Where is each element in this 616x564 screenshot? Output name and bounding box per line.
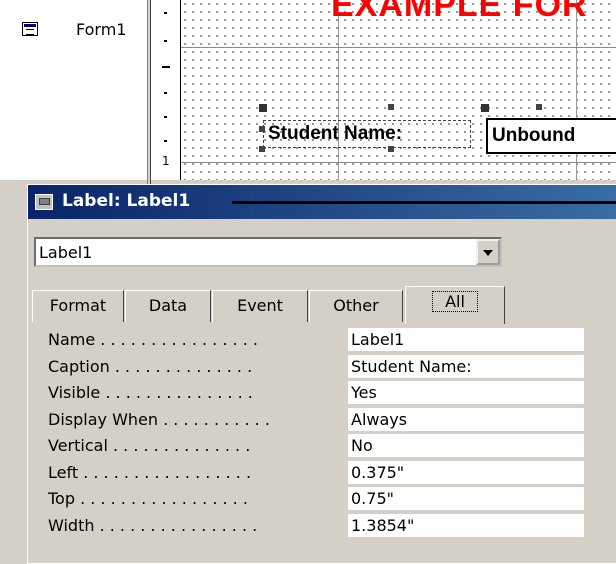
nav-item-form1[interactable]: Form1 bbox=[76, 20, 126, 39]
student-name-label[interactable]: Student Name: bbox=[263, 120, 471, 148]
resize-handle[interactable] bbox=[388, 104, 394, 110]
tab-all[interactable]: All bbox=[405, 286, 505, 324]
unbound-textbox[interactable]: Unbound bbox=[486, 118, 616, 154]
section-divider bbox=[181, 162, 616, 163]
ruler-number: 1 bbox=[162, 154, 170, 168]
titlebar-rule bbox=[232, 201, 616, 204]
property-value[interactable]: Label1 bbox=[348, 328, 584, 352]
ruler-tick bbox=[164, 92, 167, 94]
resize-handle[interactable] bbox=[259, 146, 265, 152]
form-icon bbox=[22, 22, 38, 36]
property-row[interactable]: Caption . . . . . . . . . . . . . . Stud… bbox=[34, 354, 584, 382]
property-sheet: Name . . . . . . . . . . . . . . . . Lab… bbox=[34, 328, 584, 540]
property-value[interactable]: 0.75" bbox=[348, 487, 584, 511]
property-name: Visible . . . . . . . . . . . . . . . bbox=[48, 383, 253, 402]
property-row[interactable]: Display When . . . . . . . . . . . Alway… bbox=[34, 407, 584, 435]
ruler-tick bbox=[164, 12, 167, 14]
move-handle[interactable] bbox=[481, 104, 489, 112]
properties-icon bbox=[35, 194, 53, 210]
property-row[interactable]: Visible . . . . . . . . . . . . . . . Ye… bbox=[34, 381, 584, 408]
resize-handle[interactable] bbox=[536, 104, 542, 110]
navigation-pane: Form1 bbox=[0, 0, 147, 180]
move-handle[interactable] bbox=[259, 104, 267, 112]
tab-format[interactable]: Format bbox=[32, 290, 124, 322]
property-value[interactable]: 1.3854" bbox=[348, 513, 584, 538]
properties-title: Label: Label1 bbox=[62, 191, 191, 211]
tab-other[interactable]: Other bbox=[309, 290, 403, 322]
property-tabs: Format Data Event Other All bbox=[28, 286, 616, 324]
property-row[interactable]: Width . . . . . . . . . . . . . . . . 1.… bbox=[34, 513, 584, 541]
property-row[interactable]: Name . . . . . . . . . . . . . . . . Lab… bbox=[34, 328, 584, 355]
properties-window: Label: Label1 Label1 Format Data Event O… bbox=[27, 184, 616, 564]
property-row[interactable]: Vertical . . . . . . . . . . . . . . No bbox=[34, 434, 584, 461]
property-value[interactable]: Always bbox=[348, 407, 584, 432]
property-name: Vertical . . . . . . . . . . . . . . bbox=[48, 436, 251, 455]
property-value[interactable]: Student Name: bbox=[348, 354, 584, 379]
property-name: Top . . . . . . . . . . . . . . . . . bbox=[48, 489, 248, 508]
property-value[interactable]: 0.375" bbox=[348, 460, 584, 485]
property-value[interactable]: Yes bbox=[348, 381, 584, 405]
tab-all-label: All bbox=[432, 291, 478, 312]
report-header-text[interactable]: EXAMPLE FOR bbox=[331, 0, 588, 25]
tab-event[interactable]: Event bbox=[212, 290, 308, 322]
properties-titlebar[interactable]: Label: Label1 bbox=[28, 185, 616, 219]
chevron-down-icon[interactable] bbox=[476, 239, 500, 265]
property-name: Width . . . . . . . . . . . . . . . . bbox=[48, 515, 258, 535]
ruler-tick bbox=[164, 116, 167, 118]
ruler-tick bbox=[162, 66, 170, 68]
property-value[interactable]: No bbox=[348, 434, 584, 458]
section-divider bbox=[181, 47, 616, 48]
ruler-tick bbox=[164, 140, 167, 142]
object-selector-value: Label1 bbox=[39, 243, 93, 262]
property-row[interactable]: Left . . . . . . . . . . . . . . . . . 0… bbox=[34, 460, 584, 488]
ruler-tick bbox=[164, 40, 167, 42]
property-name: Caption . . . . . . . . . . . . . . bbox=[48, 356, 253, 376]
resize-handle[interactable] bbox=[388, 146, 394, 152]
vertical-ruler: 1 bbox=[151, 0, 181, 180]
property-name: Display When . . . . . . . . . . . bbox=[48, 409, 270, 429]
object-selector[interactable]: Label1 bbox=[34, 237, 502, 267]
property-row[interactable]: Top . . . . . . . . . . . . . . . . . 0.… bbox=[34, 487, 584, 514]
property-name: Name . . . . . . . . . . . . . . . . bbox=[48, 330, 258, 349]
tab-data[interactable]: Data bbox=[125, 290, 211, 322]
resize-handle[interactable] bbox=[259, 126, 265, 132]
grid-line bbox=[338, 0, 339, 180]
form-design-surface[interactable]: EXAMPLE FOR Student Name: Unbound bbox=[181, 0, 616, 180]
property-name: Left . . . . . . . . . . . . . . . . . bbox=[48, 462, 252, 482]
